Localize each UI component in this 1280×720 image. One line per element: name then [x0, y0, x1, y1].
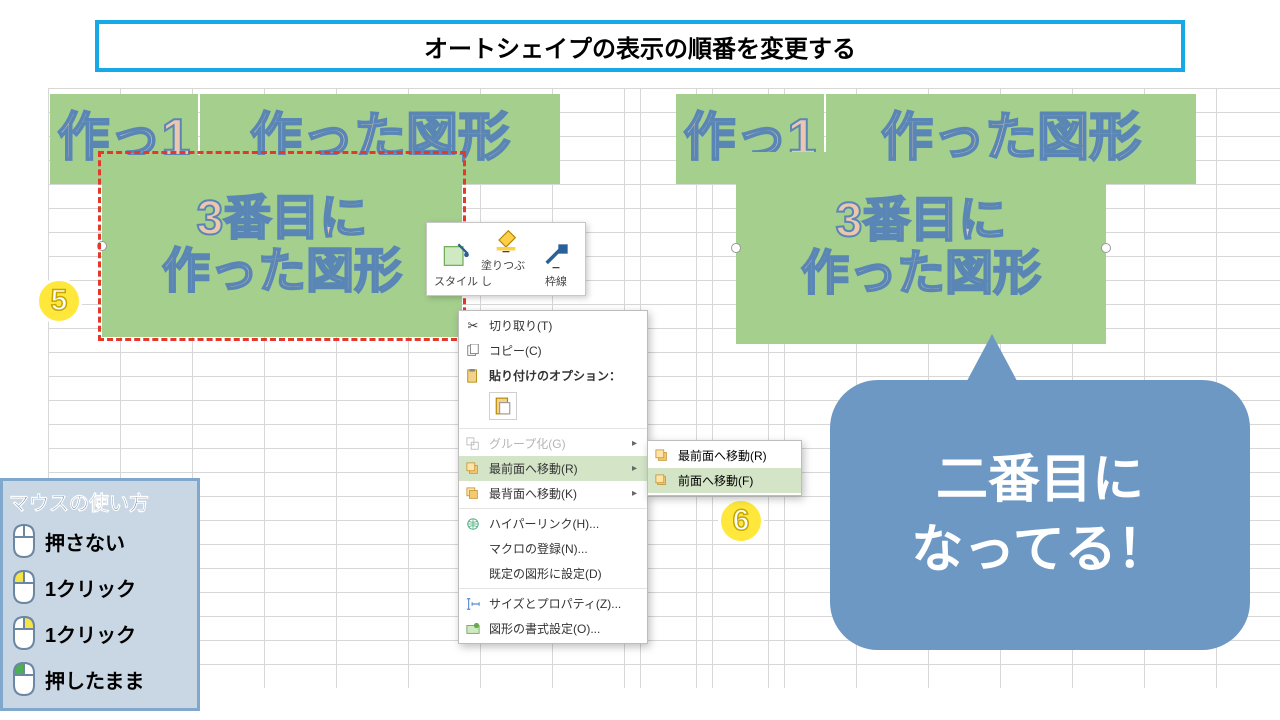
- hyperlink-icon: [463, 514, 483, 534]
- style-icon: [442, 242, 470, 270]
- step-badge-6: 6: [718, 498, 764, 544]
- menu-label: マクロの登録(N)...: [489, 540, 637, 557]
- menu-group: グループ化(G) ▸: [459, 431, 647, 456]
- legend-label: 押したまま: [45, 665, 144, 694]
- page-title: オートシェイプの表示の順番を変更する: [95, 20, 1185, 72]
- legend-title: マウスの使い方: [9, 487, 191, 516]
- mini-format-toolbar: スタイル 塗りつぶし 枠線: [426, 222, 586, 296]
- context-menu: ✂ 切り取り(T) コピー(C) 貼り付けのオプション： グループ化(G) ▸ …: [458, 310, 648, 644]
- legend-label: 1クリック: [45, 619, 136, 648]
- menu-separator: [459, 428, 647, 429]
- menu-size-properties[interactable]: サイズとプロパティ(Z)...: [459, 591, 647, 616]
- callout-text: 二番目に なってる！: [911, 445, 1168, 585]
- toolbar-outline-label: 枠線: [545, 273, 567, 289]
- shape-text: 作った図形: [801, 248, 1041, 301]
- menu-hyperlink[interactable]: ハイパーリンク(H)...: [459, 511, 647, 536]
- group-icon: [463, 434, 483, 454]
- menu-label: ハイパーリンク(H)...: [489, 515, 637, 532]
- bring-forward-icon: [652, 471, 672, 491]
- menu-label: 切り取り(T): [489, 317, 637, 334]
- step-badge-5: 5: [36, 278, 82, 324]
- menu-cut[interactable]: ✂ 切り取り(T): [459, 313, 647, 338]
- mouse-hold-icon: [9, 661, 39, 697]
- badge-number: 5: [51, 284, 68, 318]
- bring-front-icon: [463, 459, 483, 479]
- blank-icon: [463, 539, 483, 559]
- menu-set-default-shape[interactable]: 既定の図形に設定(D): [459, 561, 647, 586]
- menu-label: コピー(C): [489, 342, 637, 359]
- toolbar-fill-label: 塗りつぶし: [481, 257, 531, 289]
- menu-bring-to-front[interactable]: 最前面へ移動(R) ▸: [459, 456, 647, 481]
- menu-format-shape[interactable]: 図形の書式設定(O)...: [459, 616, 647, 641]
- legend-label: 1クリック: [45, 573, 136, 602]
- shape-text: 3番目に: [836, 195, 1007, 248]
- mouse-right-click-icon: [9, 615, 39, 651]
- fill-icon: [492, 226, 520, 254]
- menu-label: 貼り付けのオプション：: [489, 367, 637, 384]
- submenu-arrow-icon: ▸: [632, 488, 637, 499]
- outline-icon: [542, 242, 570, 270]
- menu-copy[interactable]: コピー(C): [459, 338, 647, 363]
- menu-label: 最前面へ移動(R): [489, 460, 626, 477]
- legend-row-none: 押さない: [9, 518, 191, 564]
- legend-row-hold: 押したまま: [9, 656, 191, 702]
- legend-label: 押さない: [45, 527, 125, 556]
- toolbar-style-label: スタイル: [434, 273, 478, 289]
- submenu-label: 前面へ移動(F): [678, 472, 791, 489]
- bring-front-icon: [652, 446, 672, 466]
- menu-label: 最背面へ移動(K): [489, 485, 626, 502]
- shape-right-back-b[interactable]: 作った図形: [826, 94, 1196, 184]
- shape-text: 作った図形: [881, 110, 1141, 167]
- toolbar-style-button[interactable]: スタイル: [431, 229, 481, 289]
- toolbar-fill-button[interactable]: 塗りつぶし: [481, 229, 531, 289]
- format-shape-icon: [463, 619, 483, 639]
- selection-marker: [98, 151, 466, 341]
- menu-label: グループ化(G): [489, 435, 626, 452]
- submenu-bring-to-front[interactable]: 最前面へ移動(R): [648, 443, 801, 468]
- mouse-left-click-icon: [9, 569, 39, 605]
- paste-option-button[interactable]: [489, 392, 517, 420]
- mouse-none-icon: [9, 523, 39, 559]
- context-submenu-order: 最前面へ移動(R) 前面へ移動(F): [647, 440, 802, 496]
- cut-icon: ✂: [463, 316, 483, 336]
- page-title-text: オートシェイプの表示の順番を変更する: [424, 29, 856, 64]
- menu-assign-macro[interactable]: マクロの登録(N)...: [459, 536, 647, 561]
- submenu-label: 最前面へ移動(R): [678, 447, 791, 464]
- menu-label: 図形の書式設定(O)...: [489, 620, 637, 637]
- menu-separator: [459, 508, 647, 509]
- menu-label: サイズとプロパティ(Z)...: [489, 595, 637, 612]
- paste-icon: [463, 366, 483, 386]
- submenu-bring-forward[interactable]: 前面へ移動(F): [648, 468, 801, 493]
- menu-label: 既定の図形に設定(D): [489, 565, 637, 582]
- blank-icon: [463, 564, 483, 584]
- legend-row-right-click: 1クリック: [9, 610, 191, 656]
- size-icon: [463, 594, 483, 614]
- badge-number: 6: [733, 504, 750, 538]
- send-back-icon: [463, 484, 483, 504]
- toolbar-outline-button[interactable]: 枠線: [531, 229, 581, 289]
- menu-separator: [459, 588, 647, 589]
- paste-options-row: [459, 388, 647, 426]
- submenu-arrow-icon: ▸: [632, 438, 637, 449]
- callout-bubble: 二番目に なってる！: [830, 380, 1250, 650]
- menu-paste-options-header: 貼り付けのオプション：: [459, 363, 647, 388]
- mouse-legend: マウスの使い方 押さない 1クリック 1クリック 押したまま: [0, 478, 200, 711]
- menu-send-to-back[interactable]: 最背面へ移動(K) ▸: [459, 481, 647, 506]
- legend-row-left-click: 1クリック: [9, 564, 191, 610]
- copy-icon: [463, 341, 483, 361]
- submenu-arrow-icon: ▸: [632, 463, 637, 474]
